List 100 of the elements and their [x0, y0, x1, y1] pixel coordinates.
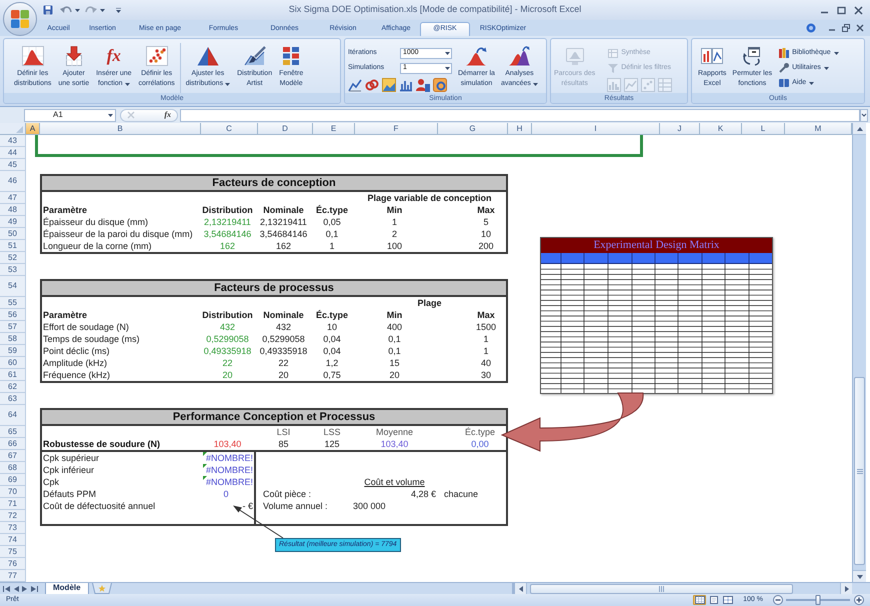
- row-header[interactable]: 72: [0, 510, 26, 522]
- row-header[interactable]: 67: [0, 450, 26, 462]
- expand-icon[interactable]: [860, 108, 868, 122]
- column-header[interactable]: G: [438, 123, 508, 135]
- zoom-in-icon[interactable]: [854, 595, 864, 605]
- line-chart-icon[interactable]: [348, 78, 362, 92]
- table-cell-text: 0,5299058: [261, 333, 306, 345]
- undo-icon[interactable]: [60, 5, 72, 15]
- row-header[interactable]: 76: [0, 558, 26, 570]
- save-icon[interactable]: [43, 5, 53, 15]
- metric-label: Cpk: [42, 476, 60, 488]
- table-cell-text: 0,49335918: [202, 345, 252, 357]
- left-triangle-icon[interactable]: [13, 586, 19, 592]
- table-cell-text: 20: [221, 369, 234, 381]
- column-header[interactable]: A: [26, 123, 40, 135]
- row-header[interactable]: 71: [0, 498, 26, 510]
- row-header[interactable]: 60: [0, 357, 26, 369]
- row-header[interactable]: 52: [0, 252, 26, 264]
- row-header[interactable]: 62: [0, 381, 26, 393]
- row-header[interactable]: 75: [0, 546, 26, 558]
- table-cell-text: 0,04: [322, 345, 342, 357]
- scroll-right-button[interactable]: [840, 583, 852, 594]
- row-header[interactable]: 50: [0, 228, 26, 240]
- row-header[interactable]: 65: [0, 426, 26, 438]
- row-header[interactable]: 66: [0, 438, 26, 450]
- row-header[interactable]: 55: [0, 297, 26, 309]
- name-box[interactable]: A1: [24, 108, 116, 122]
- column-header[interactable]: F: [355, 123, 438, 135]
- column-header[interactable]: I: [532, 123, 660, 135]
- table-cell-text: 1: [390, 216, 398, 228]
- row-header[interactable]: 77: [0, 570, 26, 582]
- close-icon[interactable]: [854, 6, 863, 14]
- tile-ring-icon[interactable]: [433, 78, 447, 92]
- row-header[interactable]: 43: [0, 135, 26, 147]
- row-header[interactable]: 73: [0, 522, 26, 534]
- row-header[interactable]: 59: [0, 345, 26, 357]
- customize-arrow-icon[interactable]: [116, 8, 121, 12]
- maximize-icon[interactable]: [837, 6, 846, 14]
- column-header[interactable]: C: [201, 123, 258, 135]
- column-header[interactable]: M: [785, 123, 852, 135]
- row-header[interactable]: 46: [0, 171, 26, 192]
- scroll-left-button[interactable]: [515, 583, 527, 594]
- landscape-icon[interactable]: [382, 78, 396, 92]
- row-header[interactable]: 70: [0, 486, 26, 498]
- skip-left-icon[interactable]: [3, 586, 10, 592]
- row-header[interactable]: 57: [0, 321, 26, 333]
- column-header[interactable]: D: [258, 123, 313, 135]
- column-header[interactable]: J: [660, 123, 700, 135]
- row-header[interactable]: 58: [0, 333, 26, 345]
- dropdown-arrow-icon[interactable]: [75, 8, 80, 12]
- row-header[interactable]: 48: [0, 204, 26, 216]
- row-header[interactable]: 69: [0, 474, 26, 486]
- help-icon[interactable]: [806, 23, 816, 33]
- row-header[interactable]: 51: [0, 240, 26, 252]
- scroll-down-button[interactable]: [853, 570, 866, 582]
- column-header[interactable]: E: [313, 123, 355, 135]
- person-icon[interactable]: [416, 78, 430, 92]
- row-header[interactable]: 68: [0, 462, 26, 474]
- metric-label: Défauts PPM: [42, 488, 98, 500]
- column-header[interactable]: L: [742, 123, 785, 135]
- zoom-slider[interactable]: [786, 595, 850, 605]
- close-icon[interactable]: [856, 24, 864, 32]
- row-header[interactable]: 64: [0, 405, 26, 426]
- table-cell-text: 0,1: [387, 345, 402, 357]
- slider-thumb[interactable]: [816, 595, 820, 605]
- table-cell-text: 432: [218, 321, 236, 333]
- table-cell-text: 400: [386, 321, 404, 333]
- restore-icon[interactable]: [842, 24, 850, 32]
- sheet-tab[interactable]: Modèle: [45, 582, 89, 594]
- insert-function-button[interactable]: fx: [164, 109, 171, 121]
- row-header[interactable]: 56: [0, 309, 26, 321]
- row-header[interactable]: 61: [0, 369, 26, 381]
- row-header[interactable]: 47: [0, 192, 26, 204]
- scroll-up-button[interactable]: [853, 123, 866, 135]
- dropdown-arrow-icon[interactable]: [100, 8, 105, 12]
- scrollbar-thumb[interactable]: [854, 377, 865, 565]
- row-header[interactable]: 44: [0, 147, 26, 159]
- column-header[interactable]: H: [508, 123, 532, 135]
- skip-right-icon[interactable]: [31, 586, 38, 592]
- row-header[interactable]: 63: [0, 393, 26, 405]
- row-header[interactable]: 74: [0, 534, 26, 546]
- view-button[interactable]: [721, 595, 734, 605]
- table-cell-text: Amplitude (kHz): [42, 357, 108, 369]
- column-header[interactable]: B: [40, 123, 201, 135]
- row-header[interactable]: 45: [0, 159, 26, 171]
- row-header[interactable]: 53: [0, 264, 26, 276]
- row-header[interactable]: 49: [0, 216, 26, 228]
- table-cell-text: 1,2: [324, 357, 340, 369]
- right-triangle-icon[interactable]: [22, 586, 28, 592]
- paintbrush-icon: [244, 46, 266, 66]
- bar-chart-icon[interactable]: [399, 78, 413, 92]
- row-header[interactable]: 54: [0, 276, 26, 297]
- formula-field[interactable]: [180, 108, 860, 122]
- rings-icon[interactable]: [365, 78, 379, 92]
- table-cell-text: 0,49335918: [258, 345, 308, 357]
- zoom-out-icon[interactable]: [773, 595, 783, 605]
- scrollbar-thumb[interactable]: [530, 584, 793, 594]
- view-button[interactable]: [707, 595, 720, 605]
- view-button[interactable]: [693, 595, 706, 605]
- column-header[interactable]: K: [700, 123, 742, 135]
